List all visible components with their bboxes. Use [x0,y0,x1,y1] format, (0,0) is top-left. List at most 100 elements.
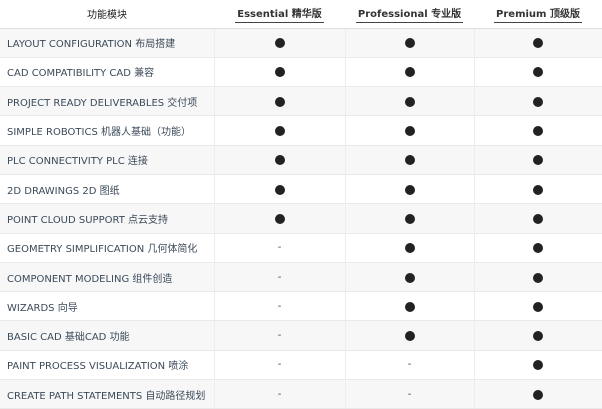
feature-name: POINT CLOUD SUPPORT 点云支持 [0,203,214,234]
cell-essential: - [213,233,345,263]
cell-essential: - [213,291,345,322]
table-row: BASIC CAD 基础CAD 功能 - [0,320,602,351]
included-dot-icon [404,213,415,224]
included-dot-icon [404,331,415,342]
table-row: 2D DRAWINGS 2D 图纸 [0,174,602,205]
included-dot-icon [404,301,415,312]
feature-name: WIZARDS 向导 [0,291,214,322]
table-row: SIMPLE ROBOTICS 机器人基础（功能） [0,115,602,146]
included-dot-icon [533,155,544,166]
included-dot-icon [404,126,415,137]
cell-essential [213,174,345,205]
cell-essential: - [213,262,345,293]
cell-premium [473,203,602,234]
not-included-dash: - [407,359,412,371]
cell-essential [213,57,345,88]
cell-premium [473,320,602,351]
feature-name: PAINT PROCESS VISUALIZATION 喷涂 [0,350,214,381]
table-row: POINT CLOUD SUPPORT 点云支持 [0,203,602,234]
included-dot-icon [533,360,544,371]
table-row: CREATE PATH STATEMENTS 自动路径规划 - - [0,379,602,409]
included-dot-icon [533,96,544,107]
cell-professional [344,86,474,117]
included-dot-icon [404,38,415,49]
cell-premium [473,86,602,117]
included-dot-icon [533,38,544,49]
included-dot-icon [533,243,544,254]
feature-name: PLC CONNECTIVITY PLC 连接 [0,145,214,175]
included-dot-icon [404,67,415,78]
feature-comparison-table: 功能模块 Essential 精华版 Professional 专业版 Prem… [0,0,602,409]
feature-rows: LAYOUT CONFIGURATION 布局搭建 CAD COMPATIBILI… [0,28,602,409]
feature-name: SIMPLE ROBOTICS 机器人基础（功能） [0,115,214,146]
not-included-dash: - [277,242,282,254]
tier-header-professional: Professional 专业版 [345,0,474,29]
feature-name: GEOMETRY SIMPLIFICATION 几何体简化 [0,233,214,263]
cell-professional [344,57,474,88]
included-dot-icon [274,38,285,49]
cell-essential [213,28,345,58]
cell-professional [344,233,474,263]
cell-premium [473,28,602,58]
cell-professional [344,291,474,322]
header-row: 功能模块 Essential 精华版 Professional 专业版 Prem… [0,0,602,29]
feature-name: PROJECT READY DELIVERABLES 交付项 [0,86,214,117]
table-row: CAD COMPATIBILITY CAD 兼容 [0,57,602,88]
cell-professional [344,262,474,293]
included-dot-icon [404,184,415,195]
included-dot-icon [274,96,285,107]
included-dot-icon [533,389,544,400]
cell-premium [473,115,602,146]
included-dot-icon [533,213,544,224]
feature-name: 2D DRAWINGS 2D 图纸 [0,174,214,205]
table-row: COMPONENT MODELING 组件创造 - [0,262,602,293]
table-row: PAINT PROCESS VISUALIZATION 喷涂 - - [0,350,602,381]
included-dot-icon [533,184,544,195]
included-dot-icon [533,301,544,312]
cell-professional [344,203,474,234]
included-dot-icon [274,184,285,195]
not-included-dash: - [407,388,412,400]
included-dot-icon [274,155,285,166]
cell-essential [213,86,345,117]
not-included-dash: - [277,388,282,400]
table-row: GEOMETRY SIMPLIFICATION 几何体简化 - [0,233,602,263]
table-row: PLC CONNECTIVITY PLC 连接 [0,145,602,175]
not-included-dash: - [277,330,282,342]
included-dot-icon [533,331,544,342]
feature-name: LAYOUT CONFIGURATION 布局搭建 [0,28,214,58]
included-dot-icon [404,155,415,166]
cell-premium [473,291,602,322]
included-dot-icon [533,67,544,78]
feature-name: CAD COMPATIBILITY CAD 兼容 [0,57,214,88]
tier-header-essential: Essential 精华版 [214,0,345,29]
cell-essential [213,115,345,146]
cell-premium [473,262,602,293]
cell-premium [473,57,602,88]
cell-essential [213,203,345,234]
included-dot-icon [404,243,415,254]
table-row: PROJECT READY DELIVERABLES 交付项 [0,86,602,117]
included-dot-icon [404,96,415,107]
tier-header-premium: Premium 顶级版 [474,0,602,29]
included-dot-icon [274,213,285,224]
cell-professional: - [344,350,474,381]
cell-premium [473,379,602,409]
feature-name: BASIC CAD 基础CAD 功能 [0,320,214,351]
cell-essential: - [213,379,345,409]
cell-professional [344,115,474,146]
table-row: LAYOUT CONFIGURATION 布局搭建 [0,28,602,58]
cell-premium [473,174,602,205]
included-dot-icon [274,67,285,78]
feature-name: CREATE PATH STATEMENTS 自动路径规划 [0,379,214,409]
included-dot-icon [533,126,544,137]
tier-label: Premium 顶级版 [494,5,582,23]
cell-professional [344,174,474,205]
not-included-dash: - [277,359,282,371]
tier-label: Professional 专业版 [355,5,464,23]
not-included-dash: - [277,300,282,312]
cell-premium [473,233,602,263]
cell-essential: - [213,350,345,381]
cell-professional [344,145,474,175]
feature-name: COMPONENT MODELING 组件创造 [0,262,214,293]
